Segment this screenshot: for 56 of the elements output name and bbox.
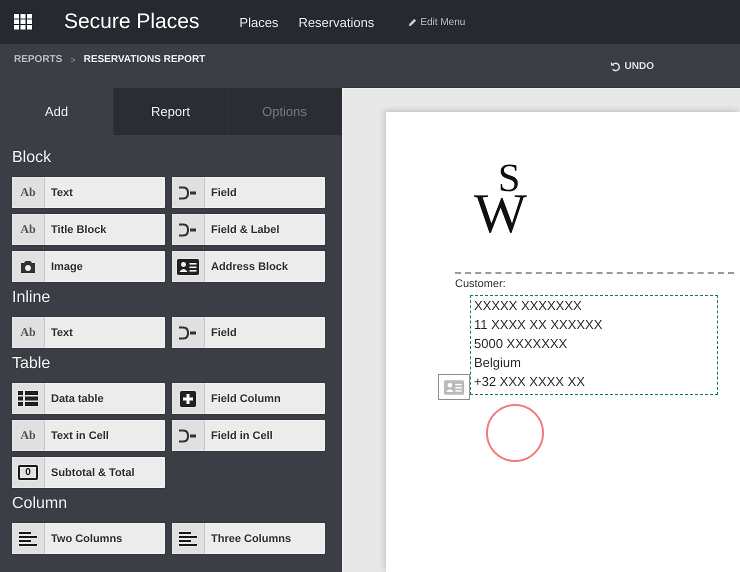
add-item-button[interactable]: Ab Text in Cell bbox=[12, 420, 165, 451]
breadcrumb-separator: > bbox=[70, 55, 76, 65]
contact-card-icon bbox=[177, 258, 199, 274]
breadcrumb-current: RESERVATIONS REPORT bbox=[84, 54, 206, 65]
list-icon bbox=[18, 390, 38, 406]
text-icon: Ab bbox=[20, 185, 36, 200]
add-item-button[interactable]: Three Columns bbox=[172, 523, 325, 554]
section-heading: Table bbox=[12, 355, 52, 373]
add-item-button[interactable]: Ab Text bbox=[12, 177, 165, 208]
add-item-button[interactable]: Field & Label bbox=[172, 214, 325, 245]
add-item-button[interactable]: 0 Subtotal & Total bbox=[12, 457, 165, 488]
section-heading: Inline bbox=[12, 289, 52, 307]
address-line: 11 XXXX XX XXXXXX bbox=[474, 316, 604, 334]
customer-label: Customer: bbox=[455, 278, 506, 290]
breadcrumb-link[interactable]: REPORTS bbox=[14, 54, 62, 65]
text-icon: Ab bbox=[20, 222, 36, 237]
field-icon bbox=[178, 428, 198, 442]
contact-card-icon bbox=[444, 380, 464, 394]
cursor-highlight bbox=[486, 404, 544, 462]
add-item-button[interactable]: Field bbox=[172, 177, 325, 208]
undo-button[interactable]: UNDO bbox=[608, 59, 656, 74]
apps-menu-icon[interactable] bbox=[14, 14, 32, 30]
section-heading: Block bbox=[12, 149, 52, 167]
address-line: 5000 XXXXXXX bbox=[474, 335, 568, 353]
field-icon bbox=[178, 186, 198, 200]
add-item-button[interactable]: Address Block bbox=[172, 251, 325, 282]
pencil-icon bbox=[408, 18, 418, 26]
banknote-icon: 0 bbox=[18, 465, 38, 480]
add-item-button[interactable]: Field bbox=[172, 317, 325, 348]
address-line: XXXXX XXXXXXX bbox=[474, 297, 583, 315]
add-item-button[interactable]: Ab Text bbox=[12, 317, 165, 348]
align-left-icon bbox=[19, 532, 37, 546]
plus-icon bbox=[180, 390, 196, 406]
panel-tab[interactable]: Report bbox=[114, 88, 228, 135]
camera-icon bbox=[20, 260, 36, 274]
undo-icon bbox=[610, 61, 621, 72]
address-line: Belgium bbox=[474, 354, 522, 372]
add-item-button[interactable]: Two Columns bbox=[12, 523, 165, 554]
app-title: Secure Places bbox=[64, 10, 200, 34]
section-heading: Column bbox=[12, 495, 68, 513]
text-icon: Ab bbox=[20, 428, 36, 443]
nav-link[interactable]: Places bbox=[239, 14, 278, 30]
add-item-button[interactable]: Field Column bbox=[172, 383, 325, 414]
nav-link[interactable]: Reservations bbox=[298, 14, 374, 30]
address-block[interactable]: XXXXX XXXXXXX 11 XXXX XX XXXXXX 5000 XXXXXXX Belgium +32 XXX XXXX XX bbox=[470, 295, 718, 395]
align-left-icon bbox=[179, 532, 197, 546]
text-icon: Ab bbox=[20, 325, 36, 340]
logo: S W bbox=[474, 154, 528, 244]
add-item-button[interactable]: Field in Cell bbox=[172, 420, 325, 451]
add-item-button[interactable]: Data table bbox=[12, 383, 165, 414]
edit-menu-link[interactable]: Edit Menu bbox=[408, 16, 466, 28]
address-line: +32 XXX XXXX XX bbox=[474, 373, 586, 391]
add-item-button[interactable]: Ab Title Block bbox=[12, 214, 165, 245]
field-icon bbox=[178, 222, 198, 236]
field-icon bbox=[178, 326, 198, 340]
add-item-button[interactable]: Image bbox=[12, 251, 165, 282]
